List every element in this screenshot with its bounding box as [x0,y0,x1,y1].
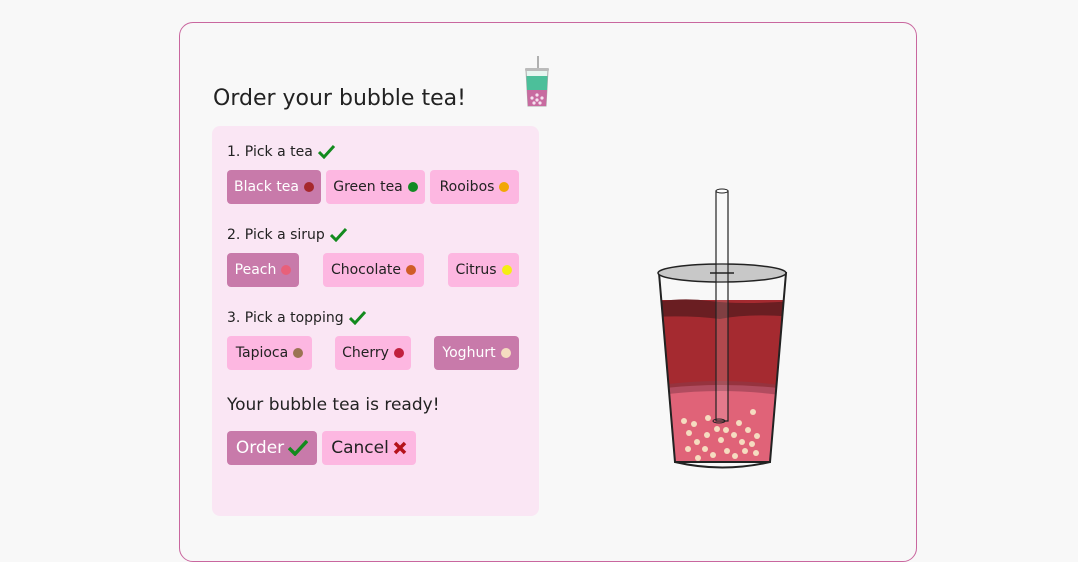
cross-icon [393,441,407,455]
step-sirup-text: 2. Pick a sirup [227,227,325,243]
option-chocolate[interactable]: Chocolate [323,253,424,287]
option-label: Black tea [233,179,299,195]
order-button-label: Order [235,438,285,458]
page-title: Order your bubble tea! [213,86,466,111]
option-label: Green tea [333,179,403,195]
black-tea-color-dot [304,182,314,192]
option-label: Cherry [342,345,389,361]
status-message: Your bubble tea is ready! [227,395,440,415]
citrus-color-dot [501,265,512,275]
bubble-tea-cup [657,188,788,469]
option-label: Citrus [455,262,497,278]
cancel-button-label: Cancel [331,438,389,458]
cancel-button[interactable]: Cancel [322,431,416,465]
green-tea-color-dot [407,182,418,192]
option-cherry[interactable]: Cherry [335,336,411,370]
rooibos-color-dot [499,182,510,192]
option-label: Tapioca [235,345,289,361]
option-label: Peach [234,262,277,278]
cherry-color-dot [393,348,404,358]
option-rooibos[interactable]: Rooibos [430,170,519,204]
option-peach[interactable]: Peach [227,253,299,287]
option-tapioca[interactable]: Tapioca [227,336,312,370]
option-label: Chocolate [330,262,402,278]
option-label: Rooibos [439,179,495,195]
peach-color-dot [281,265,292,275]
option-label: Yoghurt [442,345,496,361]
check-icon [317,145,335,159]
chocolate-color-dot [406,265,417,275]
bubble-tea-logo-icon [525,56,549,107]
step-sirup-label: 2. Pick a sirup [227,227,347,243]
check-icon [329,228,347,242]
step-topping-text: 3. Pick a topping [227,310,344,326]
option-green-tea[interactable]: Green tea [326,170,425,204]
option-citrus[interactable]: Citrus [448,253,519,287]
option-black-tea[interactable]: Black tea [227,170,321,204]
step-tea-label: 1. Pick a tea [227,144,335,160]
step-tea-text: 1. Pick a tea [227,144,313,160]
yoghurt-color-dot [500,348,511,358]
check-icon [348,311,366,325]
option-yoghurt[interactable]: Yoghurt [434,336,519,370]
check-icon [288,440,309,456]
order-button[interactable]: Order [227,431,317,465]
tapioca-color-dot [293,348,304,358]
step-topping-label: 3. Pick a topping [227,310,366,326]
